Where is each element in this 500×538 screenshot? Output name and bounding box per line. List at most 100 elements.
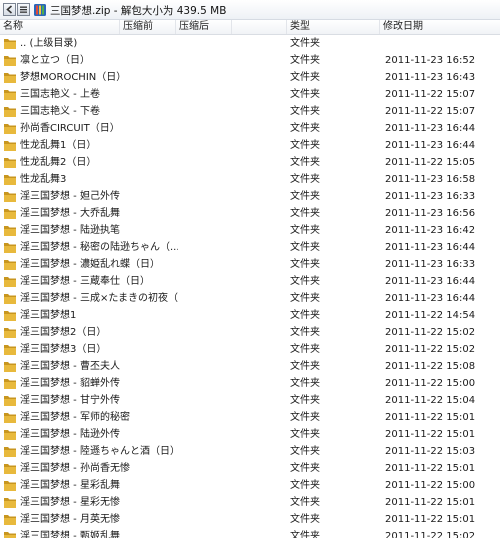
file-row[interactable]: 淫三国梦想 - 孙尚香无惨 文件夹 2011-11-22 15:01 — [0, 460, 500, 477]
file-modified: 2011-11-22 15:01 — [385, 429, 476, 440]
file-name: 性龙乱舞1（日） — [20, 140, 97, 151]
file-type: 文件夹 — [290, 361, 320, 372]
file-row[interactable]: 三国志艳义 - 下卷 文件夹 2011-11-22 15:07 — [0, 103, 500, 120]
file-modified: 2011-11-22 15:07 — [385, 89, 476, 100]
folder-icon — [4, 532, 16, 538]
file-type: 文件夹 — [290, 412, 320, 423]
file-row[interactable]: 性龙乱舞1（日） 文件夹 2011-11-23 16:44 — [0, 137, 500, 154]
file-name: 淫三国梦想 - 三蔵奉仕（日） — [20, 276, 150, 287]
file-row[interactable]: 淫三国梦想 - 陆逊外传 文件夹 2011-11-22 15:01 — [0, 426, 500, 443]
file-modified: 2011-11-22 15:05 — [385, 157, 476, 168]
file-row[interactable]: 淫三国梦想2（日） 文件夹 2011-11-22 15:02 — [0, 324, 500, 341]
file-type: 文件夹 — [290, 429, 320, 440]
file-modified: 2011-11-22 15:02 — [385, 344, 476, 355]
file-row[interactable]: 凛と立つ（日） 文件夹 2011-11-23 16:52 — [0, 52, 500, 69]
column-compressed-after[interactable]: 压缩后 — [176, 20, 232, 34]
file-row[interactable]: 性龙乱舞2（日） 文件夹 2011-11-22 15:05 — [0, 154, 500, 171]
file-row[interactable]: 淫三国梦想 - 三成×たまきの初夜（... 文件夹 2011-11-23 16:44 — [0, 290, 500, 307]
file-modified: 2011-11-22 15:01 — [385, 497, 476, 508]
file-modified: 2011-11-22 15:08 — [385, 361, 476, 372]
file-type: 文件夹 — [290, 480, 320, 491]
folder-icon — [4, 345, 16, 355]
details-view-icon — [20, 6, 27, 13]
file-row[interactable]: 淫三国梦想 - 貂蝉外传 文件夹 2011-11-22 15:00 — [0, 375, 500, 392]
folder-icon — [4, 379, 16, 389]
file-row[interactable]: 淫三国梦想 - 甘宁外传 文件夹 2011-11-22 15:04 — [0, 392, 500, 409]
file-name: 淫三国梦想 - 甘宁外传 — [20, 395, 120, 406]
file-row[interactable]: 淫三国梦想3（日） 文件夹 2011-11-22 15:02 — [0, 341, 500, 358]
file-modified: 2011-11-22 15:02 — [385, 531, 476, 538]
file-type: 文件夹 — [290, 191, 320, 202]
file-row[interactable]: 淫三国梦想 - 陆逊执笔 文件夹 2011-11-23 16:42 — [0, 222, 500, 239]
file-row[interactable]: 梦想MOROCHIN（日） 文件夹 2011-11-23 16:43 — [0, 69, 500, 86]
column-modified[interactable]: 修改日期 — [380, 20, 500, 34]
file-row[interactable]: 淫三国梦想 - 曹丕夫人 文件夹 2011-11-22 15:08 — [0, 358, 500, 375]
arrow-left-icon — [6, 5, 13, 14]
file-row[interactable]: 淫三国梦想1 文件夹 2011-11-22 14:54 — [0, 307, 500, 324]
column-name[interactable]: 名称 — [0, 20, 120, 34]
file-type: 文件夹 — [290, 344, 320, 355]
file-name: 孙尚香CIRCUIT（日） — [20, 123, 120, 134]
file-type: 文件夹 — [290, 514, 320, 525]
file-type: 文件夹 — [290, 276, 320, 287]
file-row[interactable]: 淫三国梦想 - 月英无惨 文件夹 2011-11-22 15:01 — [0, 511, 500, 528]
folder-icon — [4, 141, 16, 151]
file-row[interactable]: 淫三国梦想 - 星彩乱舞 文件夹 2011-11-22 15:00 — [0, 477, 500, 494]
file-row[interactable]: 性龙乱舞3 文件夹 2011-11-23 16:58 — [0, 171, 500, 188]
file-row[interactable]: 淫三国梦想 - 大乔乱舞 文件夹 2011-11-23 16:56 — [0, 205, 500, 222]
file-name: 淫三国梦想3（日） — [20, 344, 107, 355]
file-type: 文件夹 — [290, 242, 320, 253]
file-row[interactable]: .. (上级目录) 文件夹 — [0, 35, 500, 52]
file-modified: 2011-11-22 14:54 — [385, 310, 476, 321]
file-row[interactable]: 淫三国梦想 - 三蔵奉仕（日） 文件夹 2011-11-23 16:44 — [0, 273, 500, 290]
file-modified: 2011-11-23 16:58 — [385, 174, 476, 185]
file-row[interactable]: 淫三国梦想 - 妲己外传 文件夹 2011-11-23 16:33 — [0, 188, 500, 205]
file-name: 淫三国梦想 - 星彩无惨 — [20, 497, 120, 508]
file-row[interactable]: 淫三国梦想 - 秘密の陆逊ちゃん（... 文件夹 2011-11-23 16:44 — [0, 239, 500, 256]
file-name: 三国志艳义 - 上卷 — [20, 89, 100, 100]
file-name: 性龙乱舞2（日） — [20, 157, 97, 168]
column-type[interactable]: 类型 — [287, 20, 380, 34]
back-button[interactable] — [3, 3, 16, 16]
file-name: 淫三国梦想2（日） — [20, 327, 107, 338]
file-modified: 2011-11-22 15:03 — [385, 446, 476, 457]
file-list: .. (上级目录) 文件夹 凛と立つ（日） 文件夹 2011-11-23 16:52 梦想… — [0, 35, 500, 538]
folder-icon — [4, 124, 16, 134]
column-compressed-before[interactable]: 压缩前 — [120, 20, 176, 34]
file-row[interactable]: 淫三国梦想 - 星彩无惨 文件夹 2011-11-22 15:01 — [0, 494, 500, 511]
file-type: 文件夹 — [290, 38, 320, 49]
folder-icon — [4, 294, 16, 304]
folder-icon — [4, 158, 16, 168]
file-modified: 2011-11-22 15:02 — [385, 327, 476, 338]
folder-icon — [4, 328, 16, 338]
file-name: 淫三国梦想 - 陸遜ちゃんと酒（日） — [20, 446, 178, 457]
file-name: 淫三国梦想 - 陆逊外传 — [20, 429, 120, 440]
view-mode-button[interactable] — [17, 3, 30, 16]
file-name: 性龙乱舞3 — [20, 174, 67, 185]
folder-icon — [4, 277, 16, 287]
folder-icon — [4, 430, 16, 440]
folder-icon — [4, 362, 16, 372]
file-row[interactable]: 淫三国梦想 - 濃姫乱れ蝶（日） 文件夹 2011-11-23 16:33 — [0, 256, 500, 273]
file-modified: 2011-11-23 16:33 — [385, 259, 476, 270]
file-row[interactable]: 孙尚香CIRCUIT（日） 文件夹 2011-11-23 16:44 — [0, 120, 500, 137]
file-modified: 2011-11-22 15:04 — [385, 395, 476, 406]
file-row[interactable]: 三国志艳义 - 上卷 文件夹 2011-11-22 15:07 — [0, 86, 500, 103]
column-spacer — [232, 20, 287, 34]
file-modified: 2011-11-23 16:44 — [385, 123, 476, 134]
file-modified: 2011-11-23 16:33 — [385, 191, 476, 202]
file-row[interactable]: 淫三国梦想 - 甄姬乱舞 文件夹 2011-11-22 15:02 — [0, 528, 500, 538]
folder-icon — [4, 175, 16, 185]
file-modified: 2011-11-22 15:00 — [385, 378, 476, 389]
file-row[interactable]: 淫三国梦想 - 军师的秘密 文件夹 2011-11-22 15:01 — [0, 409, 500, 426]
file-type: 文件夹 — [290, 89, 320, 100]
folder-icon — [4, 260, 16, 270]
file-name: 淫三国梦想1 — [20, 310, 77, 321]
file-type: 文件夹 — [290, 446, 320, 457]
file-modified: 2011-11-23 16:43 — [385, 72, 476, 83]
file-name: 淫三国梦想 - 妲己外传 — [20, 191, 120, 202]
folder-icon — [4, 192, 16, 202]
file-modified: 2011-11-23 16:44 — [385, 276, 476, 287]
file-row[interactable]: 淫三国梦想 - 陸遜ちゃんと酒（日） 文件夹 2011-11-22 15:03 — [0, 443, 500, 460]
file-name: 淫三国梦想 - 濃姫乱れ蝶（日） — [20, 259, 160, 270]
